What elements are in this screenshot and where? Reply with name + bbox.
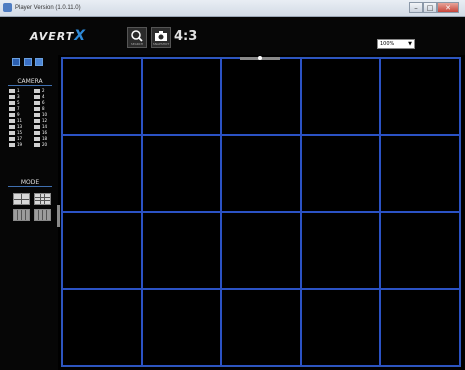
camera-icon: [9, 143, 15, 147]
camera-heading: CAMERA: [8, 78, 52, 86]
camera-icon: [9, 113, 15, 117]
video-tile[interactable]: [142, 135, 221, 212]
video-tile[interactable]: [142, 58, 221, 135]
video-tile[interactable]: [62, 289, 142, 366]
video-tile[interactable]: [380, 212, 460, 289]
minimize-button[interactable]: –: [409, 2, 423, 13]
video-tile[interactable]: [380, 289, 460, 366]
logo-x: X: [74, 28, 87, 44]
close-button[interactable]: ✕: [437, 2, 459, 13]
video-tile[interactable]: [142, 289, 221, 366]
camera-icon: [34, 137, 40, 141]
video-tile[interactable]: [221, 58, 301, 135]
video-tile[interactable]: [142, 212, 221, 289]
snapshot-caption: SNAPSHOT: [152, 42, 170, 46]
sidebar-splitter[interactable]: [57, 205, 60, 227]
window-title: Player Version (1.0.11.0): [15, 5, 81, 11]
search-button[interactable]: SEARCH: [127, 27, 147, 48]
camera-item[interactable]: 20: [34, 142, 55, 148]
camera-icon: [34, 119, 40, 123]
video-tile[interactable]: [221, 135, 301, 212]
video-tile[interactable]: [301, 58, 380, 135]
snapshot-button[interactable]: SNAPSHOT: [151, 27, 171, 48]
camera-icon: [34, 107, 40, 111]
camera-icon: [9, 107, 15, 111]
camera-icon: [34, 113, 40, 117]
window-controls: – □ ✕: [409, 2, 459, 13]
layout-5x4-button[interactable]: [34, 209, 51, 221]
search-icon: [131, 30, 143, 42]
video-tile[interactable]: [221, 212, 301, 289]
camera-icon: [9, 101, 15, 105]
video-tile[interactable]: [221, 289, 301, 366]
view-toggle-icon[interactable]: [12, 58, 20, 66]
handle-dot: [258, 56, 262, 60]
camera-icon: [34, 95, 40, 99]
maximize-button[interactable]: □: [423, 2, 437, 13]
panel-toggle-icon[interactable]: [24, 58, 32, 66]
video-tile[interactable]: [62, 58, 142, 135]
layout-4x4-button[interactable]: [13, 209, 30, 221]
brand-logo: AVERTX: [30, 28, 86, 44]
app-icon: [3, 3, 12, 12]
layout-3x3-button[interactable]: [34, 193, 51, 205]
title-bar: Player Version (1.0.11.0) – □ ✕: [0, 0, 465, 17]
fullscreen-icon[interactable]: [35, 58, 43, 66]
camera-icon: [34, 125, 40, 129]
camera-item[interactable]: 19: [9, 142, 30, 148]
camera-icon: [9, 119, 15, 123]
app-window: Player Version (1.0.11.0) – □ ✕ AVERTX S…: [0, 0, 465, 370]
video-tile[interactable]: [62, 212, 142, 289]
search-caption: SEARCH: [130, 42, 144, 46]
camera-icon: [34, 89, 40, 93]
camera-icon: [9, 95, 15, 99]
video-tile[interactable]: [380, 135, 460, 212]
camera-icon: [9, 131, 15, 135]
video-tile[interactable]: [380, 58, 460, 135]
video-tile[interactable]: [301, 289, 380, 366]
video-grid: [61, 57, 461, 367]
layout-2x2-button[interactable]: [13, 193, 30, 205]
camera-icon: [9, 137, 15, 141]
camera-icon: [9, 125, 15, 129]
camera-number: 20: [42, 142, 48, 147]
camera-icon: [155, 31, 167, 41]
camera-number: 19: [17, 142, 23, 147]
video-tile[interactable]: [62, 135, 142, 212]
camera-icon: [34, 101, 40, 105]
aspect-ratio-button[interactable]: 4:3: [174, 29, 197, 44]
top-collapse-handle[interactable]: [240, 56, 280, 60]
video-tile[interactable]: [301, 212, 380, 289]
toolbar: AVERTX SEARCH SNAPSHOT 4:3 100% ▼: [0, 17, 465, 55]
mode-heading: MODE: [8, 179, 52, 187]
camera-icon: [9, 89, 15, 93]
video-tile[interactable]: [301, 135, 380, 212]
logo-text: AVERT: [30, 30, 75, 43]
camera-list: 1 2 3 4 5 6 7 8 9 10 11 12 13 14 15 16 17 18 19 20: [9, 88, 55, 148]
camera-icon: [34, 143, 40, 147]
chevron-down-icon: ▼: [408, 41, 412, 47]
camera-row: 19 20: [9, 142, 55, 148]
camera-icon: [34, 131, 40, 135]
zoom-value: 100%: [380, 41, 395, 47]
sidebar: CAMERA 1 2 3 4 5 6 7 8 9 10 11 12 13 14 15 16 17 18 19 20 M…: [0, 55, 58, 370]
zoom-select[interactable]: 100% ▼: [377, 39, 415, 49]
